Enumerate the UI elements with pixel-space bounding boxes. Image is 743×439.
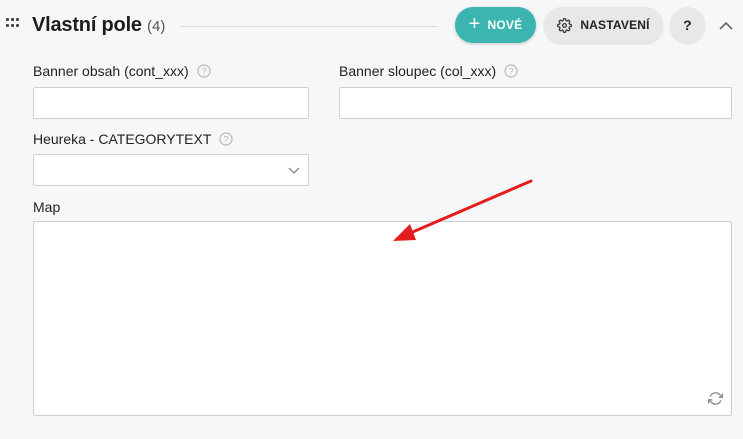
map-label-text: Map xyxy=(33,199,61,215)
svg-text:?: ? xyxy=(224,135,229,145)
panel-title: Vlastní pole xyxy=(32,14,142,36)
settings-button-label: NASTAVENÍ xyxy=(580,18,650,32)
banner-sloupec-label: Banner sloupec (col_xxx) ? xyxy=(339,63,518,79)
banner-obsah-label: Banner obsah (cont_xxx) ? xyxy=(33,63,211,79)
new-button-label: NOVÉ xyxy=(487,18,523,32)
heureka-label: Heureka - CATEGORYTEXT ? xyxy=(33,131,234,147)
plus-icon: + xyxy=(468,13,481,35)
gear-icon xyxy=(557,17,573,33)
chevron-down-icon xyxy=(288,167,300,174)
question-circle-icon[interactable]: ? xyxy=(504,64,518,78)
custom-fields-panel: Vlastní pole (4) + NOVÉ NASTAVENÍ ? Bann… xyxy=(0,0,743,439)
panel-header: Vlastní pole (4) + NOVÉ NASTAVENÍ ? xyxy=(0,0,743,52)
map-label: Map xyxy=(33,199,60,215)
settings-button[interactable]: NASTAVENÍ xyxy=(544,7,663,43)
heureka-label-text: Heureka - CATEGORYTEXT xyxy=(33,131,212,147)
banner-sloupec-input[interactable] xyxy=(339,87,732,119)
banner-obsah-label-text: Banner obsah (cont_xxx) xyxy=(33,63,189,79)
new-button[interactable]: + NOVÉ xyxy=(455,7,536,43)
svg-text:?: ? xyxy=(201,67,206,77)
banner-sloupec-label-text: Banner sloupec (col_xxx) xyxy=(339,63,497,79)
field-count: (4) xyxy=(147,18,166,35)
banner-obsah-input[interactable] xyxy=(33,87,309,119)
svg-text:?: ? xyxy=(509,67,514,77)
heureka-select[interactable] xyxy=(33,154,309,186)
help-button[interactable]: ? xyxy=(670,7,705,43)
refresh-icon[interactable] xyxy=(708,391,723,406)
drag-handle-icon[interactable] xyxy=(6,18,20,30)
question-circle-icon[interactable]: ? xyxy=(197,64,211,78)
map-textarea[interactable] xyxy=(33,221,732,416)
chevron-up-icon[interactable] xyxy=(717,19,735,33)
header-divider xyxy=(180,26,438,27)
question-circle-icon[interactable]: ? xyxy=(219,132,234,146)
